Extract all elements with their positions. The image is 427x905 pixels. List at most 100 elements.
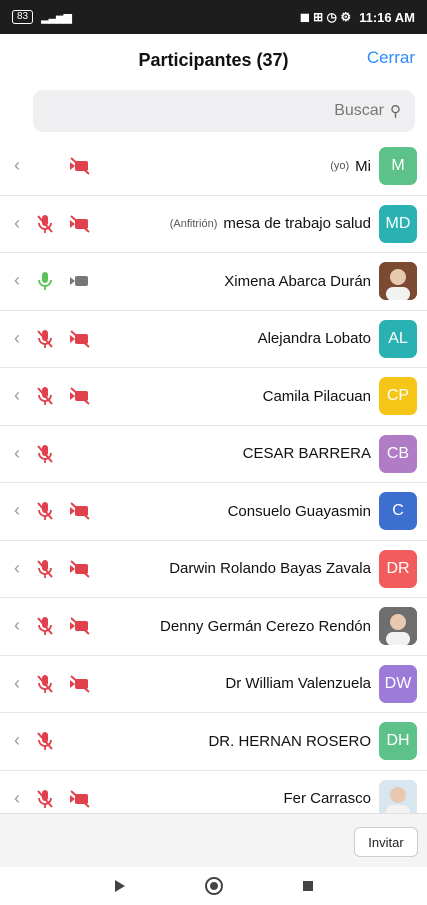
participant-name-wrap: Camila Pilacuan [263, 368, 371, 424]
avatar: CP [379, 377, 417, 415]
video-off-icon [68, 499, 92, 523]
avatar: AL [379, 319, 417, 358]
chevron-icon[interactable]: ‹ [14, 328, 20, 349]
participant-row[interactable]: Denny Germán Cerezo Rendón ‹ [0, 598, 427, 656]
recents-icon[interactable] [302, 881, 313, 891]
search-placeholder: Buscar [334, 102, 384, 119]
participant-name-wrap: Darwin Rolando Bayas Zavala [169, 541, 371, 597]
chevron-icon[interactable]: ‹ [14, 155, 20, 176]
participant-row[interactable]: DH DR. HERNAN ROSERO ‹ [0, 713, 427, 771]
participant-name: Mi [355, 157, 371, 175]
participant-row[interactable]: CP Camila Pilacuan ‹ [0, 368, 427, 426]
avatar [379, 779, 417, 818]
video-off-icon [68, 557, 92, 581]
participant-name-wrap: Alejandra Lobato [258, 311, 371, 367]
video-off-icon [68, 154, 92, 178]
header: Participantes (37) Cerrar [0, 34, 427, 86]
avatar-initials: DW [384, 674, 412, 692]
mic-muted-icon [33, 327, 57, 351]
avatar: DH [379, 722, 417, 760]
back-icon[interactable] [114, 880, 125, 892]
chevron-icon[interactable]: ‹ [14, 788, 20, 809]
participant-name: DR. HERNAN ROSERO [208, 732, 371, 750]
participant-name-wrap: (yo) Mi [330, 138, 371, 194]
avatar-initials: DR [386, 559, 410, 577]
participant-row[interactable]: MD (Anfitrión) mesa de trabajo salud ‹ [0, 196, 427, 253]
participant-list: M (yo) Mi ‹ MD (Anfitrión) mesa de trabajo sa… [0, 138, 427, 828]
avatar-initials: M [391, 157, 405, 174]
chevron-icon[interactable]: ‹ [14, 500, 20, 521]
video-off-icon [68, 212, 92, 236]
chevron-icon[interactable]: ‹ [14, 558, 20, 579]
chevron-icon[interactable]: ‹ [14, 385, 20, 406]
participant-name: Ximena Abarca Durán [224, 272, 371, 290]
participant-name: Fer Carrasco [283, 790, 371, 807]
mic-muted-icon [33, 212, 57, 236]
video-off-icon [68, 384, 92, 408]
participant-row[interactable]: AL Alejandra Lobato ‹ [0, 311, 427, 368]
chevron-icon[interactable]: ‹ [14, 730, 20, 751]
chevron-icon[interactable]: ‹ [14, 270, 20, 291]
avatar-initials: MD [385, 214, 411, 232]
mic-muted-icon [33, 384, 57, 408]
chevron-icon[interactable]: ‹ [14, 615, 20, 636]
mic-on-icon [33, 269, 57, 293]
participant-name-wrap: Dr William Valenzuela [225, 656, 371, 712]
participant-name: CESAR BARRERA [242, 445, 371, 462]
avatar-initials: C [392, 502, 404, 519]
status-time: 11:16 AM [359, 9, 415, 25]
participant-name: Camila Pilacuan [262, 387, 371, 405]
participant-name-wrap: CESAR BARRERA [243, 426, 371, 482]
mic-muted-icon [33, 499, 57, 523]
participant-name: Consuelo Guayasmin [227, 502, 371, 520]
participant-row[interactable]: DW Dr William Valenzuela ‹ [0, 656, 427, 713]
participant-name: Darwin Rolando Bayas Zavala [169, 560, 371, 577]
participant-name: Denny Germán Cerezo Rendón [160, 617, 371, 635]
avatar: M [379, 147, 417, 185]
video-off-icon [68, 787, 92, 811]
chevron-icon[interactable]: ‹ [14, 443, 20, 464]
avatar: MD [379, 204, 417, 243]
participant-name: mesa de trabajo salud [223, 215, 371, 232]
chevron-icon[interactable]: ‹ [14, 673, 20, 694]
page-title: Participantes (37) [138, 49, 289, 70]
avatar: CB [379, 434, 417, 473]
participant-tag: (yo) [330, 160, 350, 172]
chevron-icon[interactable]: ‹ [14, 213, 20, 234]
avatar: DW [379, 664, 417, 703]
search-input[interactable]: Buscar ⚲ [33, 90, 415, 132]
participant-name-wrap: Ximena Abarca Durán [224, 253, 371, 309]
participant-row[interactable]: M (yo) Mi ‹ [0, 138, 427, 196]
notification-icons: ◼ ⊞ ◷ ⚙ [299, 10, 352, 24]
avatar-initials: CP [386, 387, 410, 404]
avatar-initials: CB [386, 444, 410, 462]
signal-icon: ▂▃▅▆ [41, 11, 72, 24]
battery-icon: 83 [12, 10, 34, 24]
participant-row[interactable]: Ximena Abarca Durán ‹ [0, 253, 427, 311]
participant-name: Alejandra Lobato [257, 330, 371, 347]
home-icon[interactable] [204, 877, 223, 895]
video-off-icon [68, 614, 92, 638]
avatar: DR [379, 549, 417, 588]
participant-name-wrap: (Anfitrión) mesa de trabajo salud [170, 196, 371, 252]
participant-name-wrap: DR. HERNAN ROSERO [208, 713, 371, 769]
close-button[interactable]: Cerrar [367, 48, 415, 68]
avatar [379, 262, 417, 300]
participant-name-wrap: Denny Germán Cerezo Rendón [160, 598, 371, 654]
video-off-icon [68, 672, 92, 696]
invite-button[interactable]: Invitar [354, 827, 418, 857]
avatar: C [379, 492, 417, 530]
participant-row[interactable]: CB CESAR BARRERA ‹ [0, 426, 427, 483]
mic-muted-icon [33, 729, 57, 753]
video-off-icon [68, 327, 92, 351]
participant-row[interactable]: DR Darwin Rolando Bayas Zavala ‹ [0, 541, 427, 598]
participant-name-wrap: Consuelo Guayasmin [228, 483, 371, 539]
status-bar: 83 ▂▃▅▆ ◼ ⊞ ◷ ⚙ 11:16 AM [0, 0, 427, 34]
mic-muted-icon [33, 787, 57, 811]
participant-tag: (Anfitrión) [169, 217, 218, 230]
avatar-initials: AL [388, 329, 408, 347]
video-on-icon [68, 269, 92, 293]
footer: Invitar [0, 813, 427, 868]
participant-row[interactable]: C Consuelo Guayasmin ‹ [0, 483, 427, 541]
mic-muted-icon [33, 557, 57, 581]
